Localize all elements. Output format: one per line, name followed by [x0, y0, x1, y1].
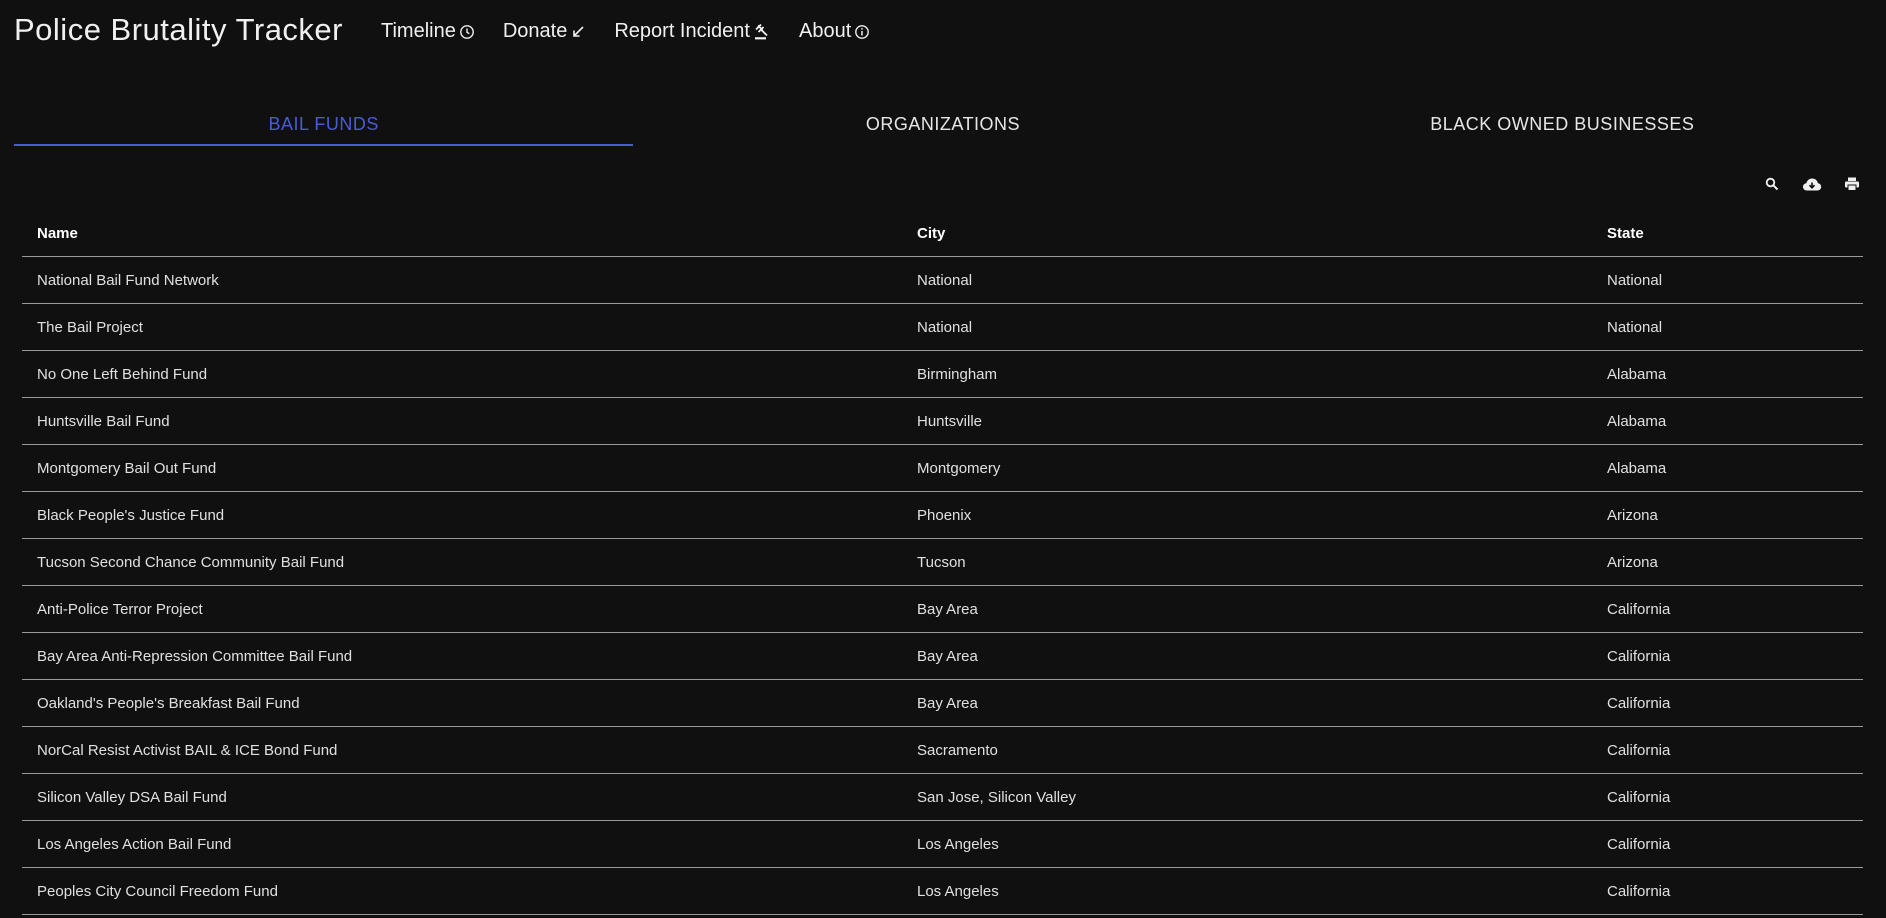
nav-timeline-label: Timeline [381, 20, 456, 42]
cell-name: Huntsville Bail Fund [22, 397, 902, 445]
table-toolbar [1752, 170, 1872, 198]
tab-bail-funds[interactable]: BAIL FUNDS [14, 100, 634, 146]
top-navbar: Police Brutality Tracker Timeline Donate… [0, 0, 1886, 68]
cell-city: National [902, 256, 1592, 304]
cell-name: The Bail Project [22, 303, 902, 351]
cell-state: National [1592, 256, 1863, 304]
cloud-download-icon [1803, 178, 1822, 191]
main-nav: Timeline Donate Report Incident About [381, 20, 898, 43]
cell-state: National [1592, 303, 1863, 351]
cell-name: No One Left Behind Fund [22, 350, 902, 398]
cell-state: Alabama [1592, 397, 1863, 445]
cell-city: Montgomery [902, 444, 1592, 492]
table-row[interactable]: Anti-Police Terror Project Bay Area Cali… [22, 585, 1863, 633]
cell-name: National Bail Fund Network [22, 256, 902, 304]
table-row[interactable]: No One Left Behind Fund Birmingham Alaba… [22, 350, 1863, 398]
tab-organizations[interactable]: ORGANIZATIONS [633, 100, 1252, 146]
cell-name: Bay Area Anti-Repression Committee Bail … [22, 632, 902, 680]
column-header-city[interactable]: City [902, 210, 1592, 257]
table-row[interactable]: Montgomery Bail Out Fund Montgomery Alab… [22, 444, 1863, 492]
nav-donate-label: Donate [502, 20, 568, 42]
nav-report-incident[interactable]: Report Incident [614, 20, 771, 43]
cell-city: Los Angeles [902, 820, 1592, 868]
cell-city: Los Angeles [902, 867, 1592, 915]
table-row[interactable]: The Bail Project National National [22, 303, 1863, 351]
print-icon [1845, 177, 1859, 191]
cell-name: NorCal Resist Activist BAIL & ICE Bond F… [22, 726, 902, 774]
cell-city: Bay Area [902, 679, 1592, 727]
cell-name: Oakland's People's Breakfast Bail Fund [22, 679, 902, 727]
cell-city: Huntsville [902, 397, 1592, 445]
cell-state: California [1592, 820, 1863, 868]
search-button[interactable] [1752, 170, 1792, 198]
cell-state: Alabama [1592, 350, 1863, 398]
info-icon [855, 24, 870, 39]
cell-city: Bay Area [902, 632, 1592, 680]
cell-name: Anti-Police Terror Project [22, 585, 902, 633]
table-row[interactable]: Oakland's People's Breakfast Bail Fund B… [22, 679, 1863, 727]
tab-black-owned-businesses[interactable]: BLACK OWNED BUSINESSES [1253, 100, 1872, 146]
cell-city: Birmingham [902, 350, 1592, 398]
cell-name: Tucson Second Chance Community Bail Fund [22, 538, 902, 586]
cell-state: California [1592, 679, 1863, 727]
table-row[interactable]: Huntsville Bail Fund Huntsville Alabama [22, 397, 1863, 445]
column-header-name[interactable]: Name [22, 210, 902, 257]
cell-name: Silicon Valley DSA Bail Fund [22, 773, 902, 821]
cell-state: California [1592, 726, 1863, 774]
cell-state: Alabama [1592, 444, 1863, 492]
cell-name: Peoples City Council Freedom Fund [22, 867, 902, 915]
arrow-down-left-icon [573, 25, 584, 37]
nav-donate[interactable]: Donate [503, 20, 587, 43]
table-row[interactable]: Tucson Second Chance Community Bail Fund… [22, 538, 1863, 586]
table-row[interactable]: Black People's Justice Fund Phoenix Ariz… [22, 491, 1863, 539]
cell-city: Bay Area [902, 585, 1592, 633]
table-row[interactable]: Los Angeles Action Bail Fund Los Angeles… [22, 820, 1863, 868]
gavel-icon [754, 23, 768, 39]
table-row[interactable]: Silicon Valley DSA Bail Fund San Jose, S… [22, 773, 1863, 821]
nav-report-incident-label: Report Incident [614, 20, 750, 42]
cell-state: Arizona [1592, 491, 1863, 539]
cell-city: Tucson [902, 538, 1592, 586]
table-header-row: Name City State [22, 210, 1863, 257]
cell-name: Black People's Justice Fund [22, 491, 902, 539]
table-row[interactable]: NorCal Resist Activist BAIL & ICE Bond F… [22, 726, 1863, 774]
cell-city: San Jose, Silicon Valley [902, 773, 1592, 821]
table-row[interactable]: National Bail Fund Network National Nati… [22, 256, 1863, 304]
app-title[interactable]: Police Brutality Tracker [14, 12, 343, 48]
cell-state: Arizona [1592, 538, 1863, 586]
cell-state: California [1592, 585, 1863, 633]
cell-state: California [1592, 773, 1863, 821]
cell-state: California [1592, 867, 1863, 915]
cell-state: California [1592, 632, 1863, 680]
bail-funds-table: Name City State National Bail Fund Netwo… [22, 210, 1863, 915]
print-button[interactable] [1832, 170, 1872, 198]
nav-about-label: About [798, 20, 852, 42]
column-header-state[interactable]: State [1592, 210, 1863, 257]
nav-timeline[interactable]: Timeline [381, 20, 475, 43]
resource-tabs: BAIL FUNDS ORGANIZATIONS BLACK OWNED BUS… [14, 100, 1872, 146]
table-row[interactable]: Bay Area Anti-Repression Committee Bail … [22, 632, 1863, 680]
clock-icon [459, 24, 474, 39]
cell-name: Montgomery Bail Out Fund [22, 444, 902, 492]
nav-about[interactable]: About [799, 20, 870, 43]
search-icon [1765, 177, 1779, 191]
cell-city: Sacramento [902, 726, 1592, 774]
table-row[interactable]: Peoples City Council Freedom Fund Los An… [22, 867, 1863, 915]
cell-city: Phoenix [902, 491, 1592, 539]
cell-city: National [902, 303, 1592, 351]
download-button[interactable] [1792, 170, 1832, 198]
cell-name: Los Angeles Action Bail Fund [22, 820, 902, 868]
